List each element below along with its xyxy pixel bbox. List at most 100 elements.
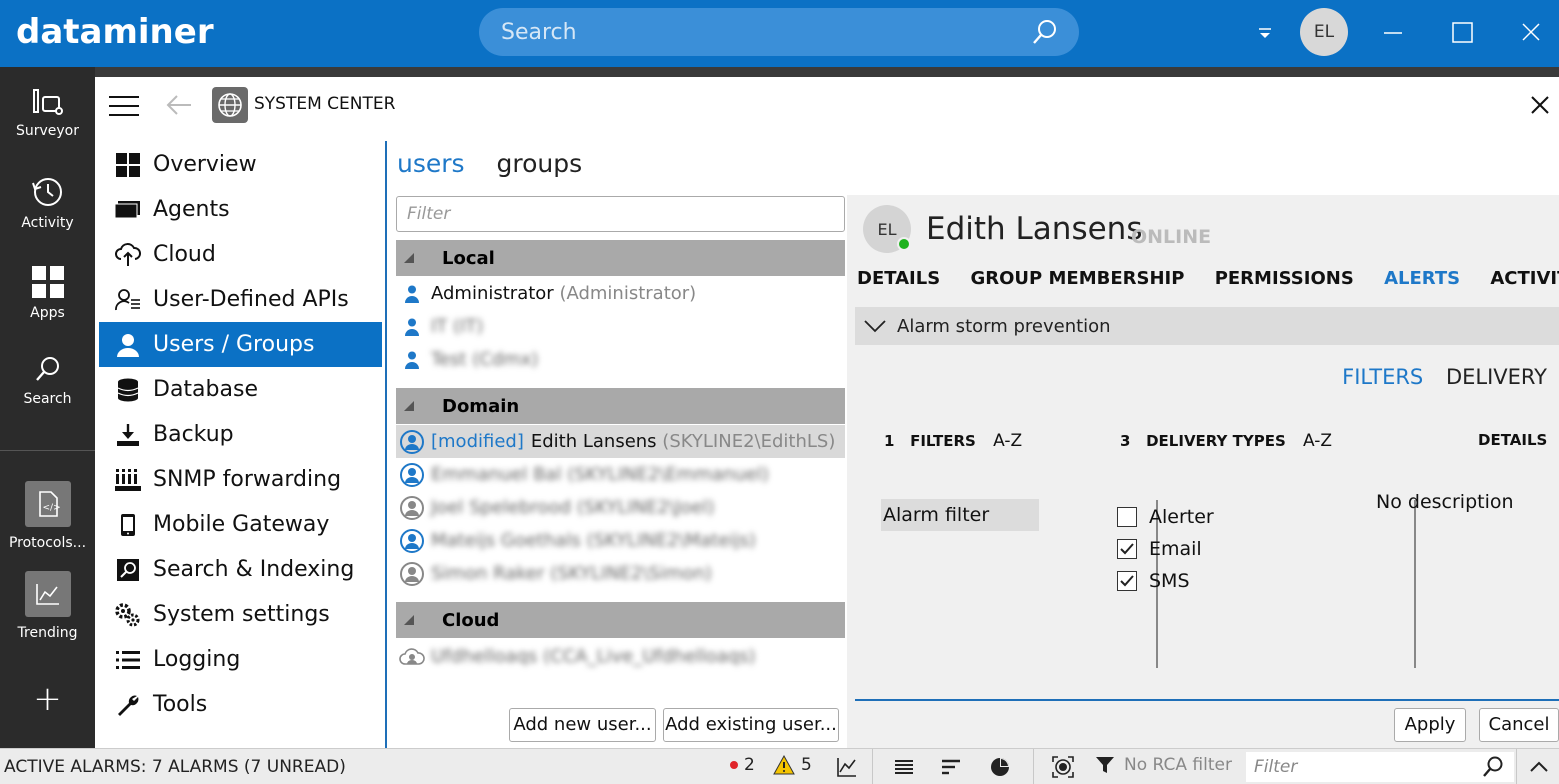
nav-label: Overview	[153, 152, 257, 177]
tab-permissions[interactable]: PERMISSIONS	[1215, 268, 1354, 289]
title-bar: dataminer EL	[0, 0, 1559, 67]
close-icon[interactable]	[1528, 93, 1552, 117]
sidebar-item-activity[interactable]: Activity	[0, 175, 95, 231]
alarm-storm-prevention-toggle[interactable]: Alarm storm prevention	[855, 307, 1559, 345]
sidebar-item-search[interactable]: Search	[0, 355, 95, 407]
nav-item-search-indexing[interactable]: Search & Indexing	[99, 547, 382, 592]
tab-group-membership[interactable]: GROUP MEMBERSHIP	[970, 268, 1184, 289]
download-icon	[115, 422, 141, 448]
back-arrow-icon[interactable]	[165, 93, 193, 117]
sidebar-item-apps[interactable]: Apps	[0, 265, 95, 321]
tab-details[interactable]: DETAILS	[857, 268, 940, 289]
tab-alerts[interactable]: ALERTS	[1384, 268, 1460, 289]
user-detail: (Cdmx)	[472, 349, 539, 370]
search-icon[interactable]	[1031, 18, 1059, 46]
alarm-filter-input[interactable]	[1246, 752, 1514, 782]
user-row-selected[interactable]: [modified] Edith Lansens (SKYLINE2\Edith…	[396, 425, 845, 458]
globe-icon	[218, 93, 242, 117]
user-row[interactable]: Joel Spelebrood (SKYLINE2\Joel)	[396, 491, 845, 524]
sidebar-label: Surveyor	[15, 123, 80, 139]
tab-delivery[interactable]: DELIVERY	[1446, 365, 1547, 389]
delivery-type-label: Email	[1149, 538, 1202, 560]
user-name: Simon Raker	[431, 563, 545, 584]
warning-alarm-count[interactable]: 5	[773, 755, 812, 775]
nav-item-logging[interactable]: Logging	[99, 637, 382, 682]
nav-item-cloud[interactable]: Cloud	[99, 232, 382, 277]
status-bar: ACTIVE ALARMS: 7 ALARMS (7 UNREAD) 2 5 N…	[0, 748, 1559, 784]
trend-chart-icon[interactable]	[836, 756, 858, 778]
nav-item-tools[interactable]: Tools	[99, 682, 382, 727]
list-view-icon[interactable]	[893, 756, 915, 778]
wrench-icon	[115, 692, 141, 718]
nav-item-database[interactable]: Database	[99, 367, 382, 412]
active-alarms-text[interactable]: ACTIVE ALARMS: 7 ALARMS (7 UNREAD)	[4, 757, 346, 777]
sidebar-item-surveyor[interactable]: Surveyor	[0, 87, 95, 139]
nav-item-overview[interactable]: Overview	[99, 142, 382, 187]
focus-target-icon[interactable]	[1052, 756, 1074, 778]
hamburger-menu-icon[interactable]	[109, 95, 139, 117]
delivery-type-sms[interactable]: SMS	[1117, 565, 1190, 597]
tab-groups[interactable]: groups	[497, 149, 583, 178]
checkbox-checked[interactable]	[1117, 571, 1137, 591]
nav-item-users-groups[interactable]: Users / Groups	[99, 322, 382, 367]
chevron-up-icon[interactable]	[1528, 756, 1550, 778]
user-icon	[115, 332, 141, 358]
sidebar-item-trending[interactable]: Trending	[0, 571, 95, 641]
delivery-sort-az[interactable]: A-Z	[1303, 431, 1332, 451]
user-row[interactable]: Ufdhelloaqs (CCA_Live_Ufdhelloaqs)	[396, 640, 845, 673]
apply-button[interactable]: Apply	[1394, 708, 1466, 742]
user-row[interactable]: Administrator (Administrator)	[396, 277, 845, 310]
tab-filters[interactable]: FILTERS	[1342, 365, 1423, 389]
system-center-icon	[212, 87, 248, 123]
checkbox[interactable]	[1117, 507, 1137, 527]
critical-alarm-count[interactable]: 2	[730, 755, 755, 775]
user-row[interactable]: Test (Cdmx)	[396, 343, 845, 376]
dropdown-icon[interactable]	[1256, 22, 1274, 42]
delivery-type-email[interactable]: Email	[1117, 533, 1202, 565]
group-header-cloud[interactable]: Cloud	[396, 602, 845, 638]
user-row[interactable]: Simon Raker (SKYLINE2\Simon)	[396, 557, 845, 590]
filters-delivery-tabs: FILTERS DELIVERY	[1326, 365, 1547, 389]
checkbox-checked[interactable]	[1117, 539, 1137, 559]
add-existing-user-button[interactable]: Add existing user...	[663, 708, 839, 742]
nav-item-mobile-gateway[interactable]: Mobile Gateway	[99, 502, 382, 547]
window-close-icon[interactable]	[1516, 18, 1546, 48]
system-center-nav: Overview Agents Cloud User-Defined APIs …	[99, 142, 382, 727]
cancel-button[interactable]: Cancel	[1479, 708, 1559, 742]
filters-sort-az[interactable]: A-Z	[993, 431, 1022, 451]
minimize-icon[interactable]	[1378, 18, 1408, 48]
group-header-local[interactable]: Local	[396, 240, 845, 276]
search-icon[interactable]	[1482, 756, 1504, 778]
sidebar-add-button[interactable]: +	[0, 679, 95, 719]
user-name: Joel Spelebrood	[431, 497, 572, 518]
nav-item-backup[interactable]: Backup	[99, 412, 382, 457]
user-row[interactable]: Emmanuel Bal (SKYLINE2\Emmanuel)	[396, 458, 845, 491]
user-row[interactable]: Mateijs Goethals (SKYLINE2\Mateijs)	[396, 524, 845, 557]
rca-filter[interactable]: No RCA filter	[1095, 755, 1232, 775]
user-avatar[interactable]: EL	[1300, 8, 1348, 56]
global-search-input[interactable]	[501, 16, 1021, 48]
pie-chart-icon[interactable]	[989, 756, 1011, 778]
critical-dot-icon	[730, 761, 738, 769]
add-new-user-button[interactable]: Add new user...	[509, 708, 656, 742]
nav-item-system-settings[interactable]: System settings	[99, 592, 382, 637]
sidebar-item-protocols[interactable]: </> Protocols...	[0, 481, 95, 551]
global-search-bar[interactable]	[479, 8, 1079, 56]
filters-label: FILTERS	[910, 432, 976, 450]
group-header-domain[interactable]: Domain	[396, 388, 845, 424]
user-row[interactable]: IT (IT)	[396, 310, 845, 343]
user-detail: (SKYLINE2\EdithLS)	[662, 431, 836, 452]
alarm-filter-item[interactable]: Alarm filter	[881, 499, 1039, 531]
collapse-triangle-icon	[404, 253, 414, 263]
maximize-icon[interactable]	[1447, 18, 1477, 48]
tab-users[interactable]: users	[397, 149, 465, 178]
nav-item-snmp-forwarding[interactable]: SNMP forwarding	[99, 457, 382, 502]
nav-item-user-defined-apis[interactable]: User-Defined APIs	[99, 277, 382, 322]
tab-activity[interactable]: ACTIVITY	[1490, 268, 1559, 289]
status-separator	[872, 749, 873, 784]
nav-item-agents[interactable]: Agents	[99, 187, 382, 232]
sort-bars-icon[interactable]	[940, 756, 962, 778]
delivery-type-alerter[interactable]: Alerter	[1117, 501, 1214, 533]
user-filter-input[interactable]	[396, 196, 845, 232]
details-column-header: DETAILS	[1478, 431, 1548, 449]
